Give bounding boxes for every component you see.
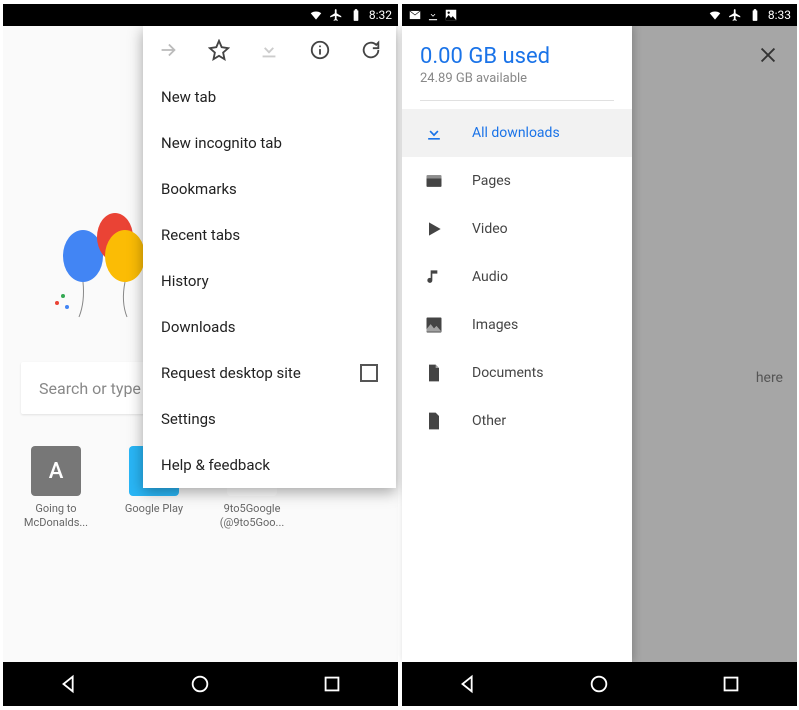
menu-recent-tabs[interactable]: Recent tabs bbox=[143, 212, 396, 258]
downloads-screen: here 0.00 GB used 24.89 GB available All… bbox=[402, 26, 797, 662]
menu-bookmarks[interactable]: Bookmarks bbox=[143, 166, 396, 212]
menu-settings[interactable]: Settings bbox=[143, 396, 396, 442]
airplane-icon bbox=[329, 8, 343, 22]
close-icon bbox=[757, 44, 779, 66]
shortcut-tile: A bbox=[31, 446, 81, 496]
page-icon bbox=[424, 171, 444, 191]
nav-recents-icon[interactable] bbox=[321, 673, 343, 695]
nav-home-icon[interactable] bbox=[588, 673, 610, 695]
wifi-icon bbox=[708, 8, 722, 22]
cat-all-downloads[interactable]: All downloads bbox=[402, 109, 632, 157]
wifi-icon bbox=[309, 8, 323, 22]
cat-documents[interactable]: Documents bbox=[402, 349, 632, 397]
phone-left: 8:32 Search or type UR A Going toMcDonal… bbox=[3, 4, 398, 706]
status-bar: 8:32 bbox=[3, 4, 398, 26]
play-icon bbox=[424, 219, 444, 239]
nav-back-icon[interactable] bbox=[457, 673, 479, 695]
image-notif-icon bbox=[444, 8, 458, 22]
cat-images[interactable]: Images bbox=[402, 301, 632, 349]
document-icon bbox=[424, 363, 444, 383]
battery-icon bbox=[748, 8, 762, 22]
image-icon bbox=[424, 315, 444, 335]
music-icon bbox=[424, 267, 444, 287]
menu-help[interactable]: Help & feedback bbox=[143, 442, 396, 488]
menu-desktop-site[interactable]: Request desktop site bbox=[143, 350, 396, 396]
download-icon[interactable] bbox=[258, 39, 280, 61]
status-bar: 8:33 bbox=[402, 4, 797, 26]
cat-audio[interactable]: Audio bbox=[402, 253, 632, 301]
close-button[interactable] bbox=[757, 44, 779, 70]
star-icon[interactable] bbox=[208, 39, 230, 61]
desktop-site-checkbox[interactable] bbox=[360, 364, 378, 382]
status-time: 8:33 bbox=[768, 8, 791, 22]
battery-icon bbox=[349, 8, 363, 22]
download-icon bbox=[424, 123, 444, 143]
shortcut-label: Google Play bbox=[125, 502, 183, 516]
phone-right: 8:33 here 0.00 GB used 24.89 GB availabl… bbox=[402, 4, 797, 706]
cat-pages[interactable]: Pages bbox=[402, 157, 632, 205]
menu-new-tab[interactable]: New tab bbox=[143, 74, 396, 120]
menu-icon-row bbox=[143, 26, 396, 74]
empty-state-text: here bbox=[756, 370, 783, 386]
airplane-icon bbox=[728, 8, 742, 22]
download-notif-icon bbox=[426, 8, 440, 22]
file-icon bbox=[424, 411, 444, 431]
reload-icon[interactable] bbox=[360, 39, 382, 61]
shortcut-1[interactable]: A Going toMcDonalds... bbox=[21, 446, 91, 531]
overflow-menu: New tab New incognito tab Bookmarks Rece… bbox=[143, 26, 396, 488]
shortcut-label: 9to5Google(@9to5Goo... bbox=[220, 502, 285, 531]
menu-history[interactable]: History bbox=[143, 258, 396, 304]
forward-icon[interactable] bbox=[157, 39, 179, 61]
nav-bar bbox=[402, 662, 797, 706]
nav-bar bbox=[3, 662, 398, 706]
storage-used: 0.00 GB used bbox=[420, 44, 614, 69]
nav-recents-icon[interactable] bbox=[720, 673, 742, 695]
nav-home-icon[interactable] bbox=[189, 673, 211, 695]
nav-back-icon[interactable] bbox=[58, 673, 80, 695]
menu-incognito[interactable]: New incognito tab bbox=[143, 120, 396, 166]
storage-available: 24.89 GB available bbox=[420, 71, 614, 86]
status-time: 8:32 bbox=[369, 8, 392, 22]
shortcut-label: Going toMcDonalds... bbox=[24, 502, 88, 531]
storage-header: 0.00 GB used 24.89 GB available bbox=[402, 26, 632, 109]
gmail-icon bbox=[408, 8, 422, 22]
info-icon[interactable] bbox=[309, 39, 331, 61]
cat-other[interactable]: Other bbox=[402, 397, 632, 445]
menu-downloads[interactable]: Downloads bbox=[143, 304, 396, 350]
downloads-drawer: 0.00 GB used 24.89 GB available All down… bbox=[402, 26, 632, 662]
cat-video[interactable]: Video bbox=[402, 205, 632, 253]
